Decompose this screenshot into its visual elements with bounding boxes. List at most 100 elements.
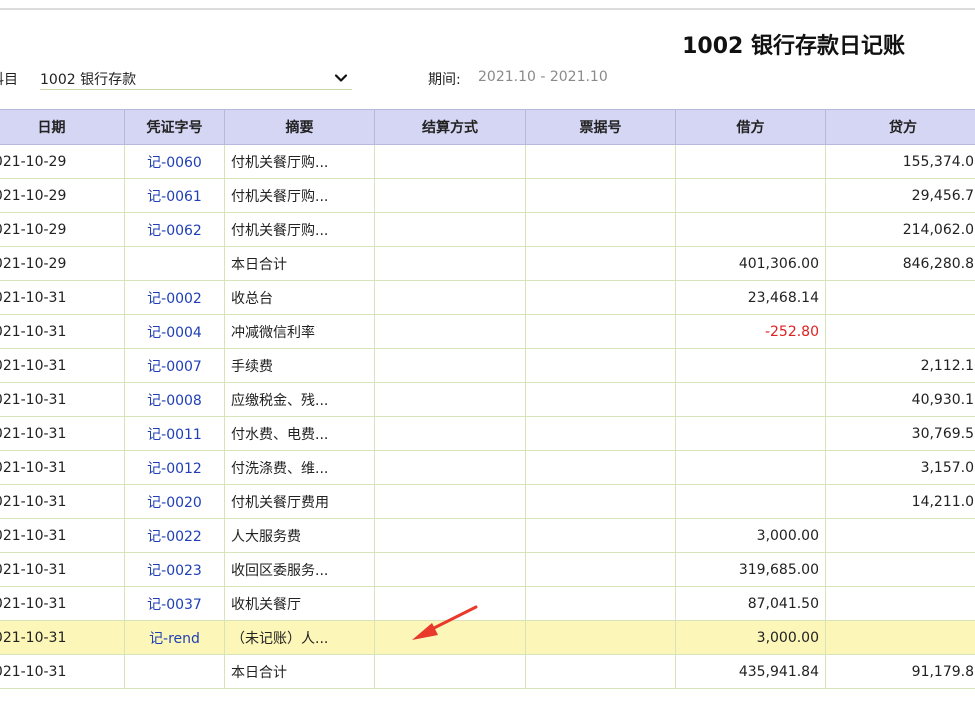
settlement-method-cell	[374, 144, 526, 179]
subject-label: 科目	[0, 72, 18, 88]
table-row[interactable]: 2021-10-31记-0023收回区委服务... 319,685.00	[0, 552, 975, 587]
column-header[interactable]: 借方	[675, 109, 826, 145]
debit-cell: 3,000.00	[675, 518, 826, 553]
date-cell: 2021-10-31	[0, 518, 125, 553]
summary-cell: （未记账）人...	[224, 620, 375, 655]
credit-cell: 30,769.5	[825, 416, 975, 451]
summary-cell: 收回区委服务...	[224, 552, 375, 587]
table-row[interactable]: 2021-10-29记-0061付机关餐厅购... 29,456.7	[0, 178, 975, 213]
column-header[interactable]: 贷方	[825, 109, 975, 145]
settlement-method-cell	[374, 552, 526, 587]
date-cell: 2021-10-31	[0, 450, 125, 485]
credit-cell	[825, 314, 975, 349]
period-label: 期间:	[428, 72, 461, 88]
settlement-method-cell	[374, 280, 526, 315]
date-cell: 2021-10-31	[0, 314, 125, 349]
table-row[interactable]: 2021-10-31记-0022人大服务费 3,000.00	[0, 518, 975, 553]
table-row[interactable]: 2021-10-31 本日合计 435,941.8491,179.8	[0, 654, 975, 689]
settlement-method-cell	[374, 212, 526, 247]
summary-cell: 付机关餐厅购...	[224, 178, 375, 213]
debit-cell: 319,685.00	[675, 552, 826, 587]
ledger-body: 2021-10-29记-0060付机关餐厅购...155,374.02021-1…	[0, 144, 975, 689]
voucher-cell[interactable]: 记-0037	[124, 586, 225, 621]
summary-cell: 收总台	[224, 280, 375, 315]
top-divider	[0, 8, 975, 10]
summary-cell: 收机关餐厅	[224, 586, 375, 621]
table-row[interactable]: 2021-10-31记-rend（未记账）人... 3,000.00	[0, 620, 975, 655]
summary-cell: 人大服务费	[224, 518, 375, 553]
subject-select[interactable]: 1002 银行存款	[40, 66, 352, 90]
voucher-cell[interactable]: 记-0004	[124, 314, 225, 349]
bill-number-cell	[525, 246, 676, 281]
voucher-cell[interactable]: 记-0060	[124, 144, 225, 179]
settlement-method-cell	[374, 484, 526, 519]
column-header[interactable]: 结算方式	[374, 109, 526, 145]
debit-cell: 435,941.84	[675, 654, 826, 689]
debit-cell	[675, 484, 826, 519]
subject-select-value: 1002 银行存款	[40, 72, 137, 88]
date-cell: 2021-10-31	[0, 416, 125, 451]
voucher-cell[interactable]: 记-0007	[124, 348, 225, 383]
table-row[interactable]: 2021-10-31记-0008应缴税金、残... 40,930.1	[0, 382, 975, 417]
table-row[interactable]: 2021-10-31记-0011付水费、电费... 30,769.5	[0, 416, 975, 451]
table-row[interactable]: 2021-10-31记-0037收机关餐厅 87,041.50	[0, 586, 975, 621]
credit-cell	[825, 280, 975, 315]
summary-cell: 付机关餐厅费用	[224, 484, 375, 519]
summary-cell: 付机关餐厅购...	[224, 144, 375, 179]
column-header[interactable]: 摘要	[224, 109, 375, 145]
bill-number-cell	[525, 586, 676, 621]
date-cell: 2021-10-31	[0, 552, 125, 587]
voucher-cell[interactable]: 记-rend	[124, 620, 225, 655]
credit-cell: 40,930.1	[825, 382, 975, 417]
voucher-cell[interactable]: 记-0020	[124, 484, 225, 519]
bill-number-cell	[525, 484, 676, 519]
bill-number-cell	[525, 382, 676, 417]
table-row[interactable]: 2021-10-29记-0060付机关餐厅购... 155,374.0	[0, 144, 975, 179]
credit-cell	[825, 586, 975, 621]
voucher-cell[interactable]: 记-0008	[124, 382, 225, 417]
voucher-cell[interactable]: 记-0011	[124, 416, 225, 451]
settlement-method-cell	[374, 416, 526, 451]
table-row[interactable]: 2021-10-29记-0062付机关餐厅购... 214,062.0	[0, 212, 975, 247]
table-row[interactable]: 2021-10-31记-0012付洗涤费、维... 3,157.0	[0, 450, 975, 485]
table-row[interactable]: 2021-10-29 本日合计 401,306.00846,280.8	[0, 246, 975, 281]
chevron-down-icon[interactable]	[334, 71, 348, 85]
table-row[interactable]: 2021-10-31记-0020付机关餐厅费用 14,211.0	[0, 484, 975, 519]
bill-number-cell	[525, 416, 676, 451]
date-cell: 2021-10-29	[0, 178, 125, 213]
column-header[interactable]: 日期	[0, 109, 125, 145]
table-row[interactable]: 2021-10-31记-0002收总台 23,468.14	[0, 280, 975, 315]
summary-cell: 冲减微信利率	[224, 314, 375, 349]
filter-bar: 科目 1002 银行存款 期间: 2021.10 - 2021.10	[0, 66, 975, 92]
debit-cell: -252.80	[675, 314, 826, 349]
column-header[interactable]: 凭证字号	[124, 109, 225, 145]
table-row[interactable]: 2021-10-31记-0007手续费 2,112.1	[0, 348, 975, 383]
date-cell: 2021-10-31	[0, 382, 125, 417]
column-header[interactable]: 票据号	[525, 109, 676, 145]
voucher-cell[interactable]: 记-0023	[124, 552, 225, 587]
voucher-cell[interactable]: 记-0062	[124, 212, 225, 247]
credit-cell: 2,112.1	[825, 348, 975, 383]
table-row[interactable]: 2021-10-31记-0004冲减微信利率 -252.80	[0, 314, 975, 349]
date-cell: 2021-10-31	[0, 280, 125, 315]
date-cell: 2021-10-31	[0, 484, 125, 519]
red-arrow-icon	[412, 605, 478, 640]
debit-cell	[675, 212, 826, 247]
settlement-method-cell	[374, 654, 526, 689]
settlement-method-cell	[374, 246, 526, 281]
settlement-method-cell	[374, 450, 526, 485]
date-cell: 2021-10-31	[0, 348, 125, 383]
page-title: 1002 银行存款日记账	[682, 34, 905, 59]
date-cell: 2021-10-31	[0, 586, 125, 621]
voucher-cell[interactable]: 记-0022	[124, 518, 225, 553]
settlement-method-cell	[374, 314, 526, 349]
voucher-cell[interactable]: 记-0002	[124, 280, 225, 315]
bill-number-cell	[525, 144, 676, 179]
bill-number-cell	[525, 280, 676, 315]
voucher-cell[interactable]: 记-0012	[124, 450, 225, 485]
bill-number-cell	[525, 212, 676, 247]
voucher-cell[interactable]: 记-0061	[124, 178, 225, 213]
summary-cell: 付水费、电费...	[224, 416, 375, 451]
bill-number-cell	[525, 518, 676, 553]
settlement-method-cell	[374, 178, 526, 213]
